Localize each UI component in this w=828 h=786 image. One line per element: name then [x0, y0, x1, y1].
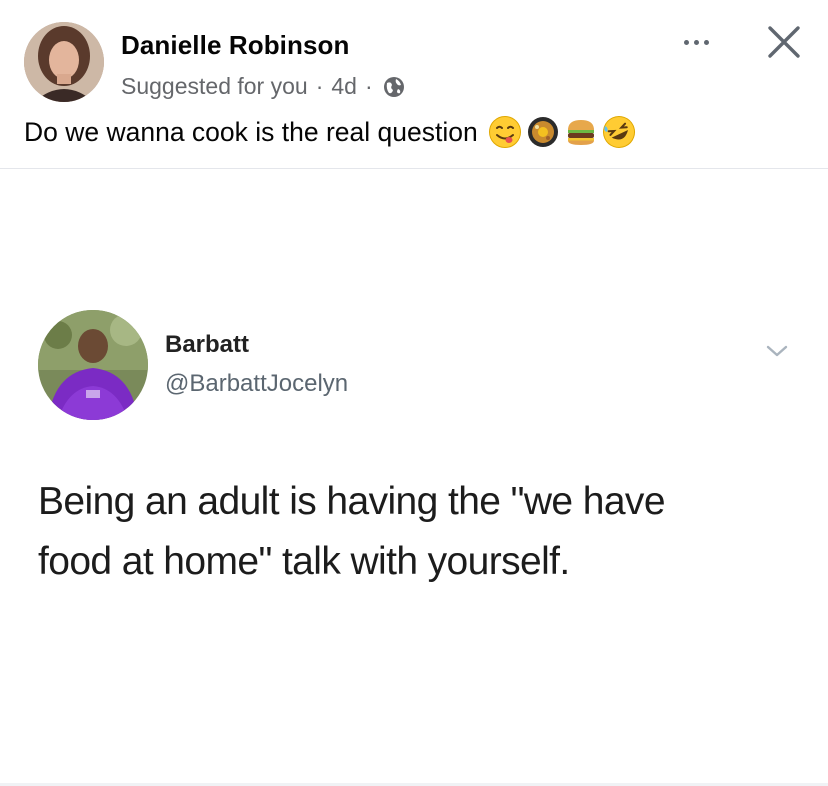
close-button[interactable] — [764, 22, 804, 62]
rofl-emoji — [602, 116, 635, 148]
author-avatar[interactable] — [24, 22, 104, 102]
caption-emojis — [488, 115, 636, 149]
cooking-pan-emoji — [527, 117, 558, 147]
tweet-author-name: Barbatt — [165, 331, 250, 358]
post-header: Danielle Robinson Suggested for you · 4d… — [0, 0, 828, 110]
chevron-down-icon — [764, 341, 790, 361]
post-time[interactable]: 4d — [331, 73, 357, 100]
post-caption: Do we wanna cook is the real question — [24, 112, 636, 152]
tweet-text-line: food at home" talk with yourself. — [38, 540, 570, 583]
post-meta: Suggested for you · 4d · — [121, 73, 405, 100]
meta-separator: · — [364, 73, 373, 99]
more-options-button[interactable] — [672, 30, 720, 54]
tweet-text-line: Being an adult is having the "we have — [38, 480, 666, 523]
hamburger-emoji — [567, 120, 594, 145]
close-icon — [768, 26, 800, 58]
caption-text: Do we wanna cook is the real question — [24, 116, 478, 147]
tweet-text: Being an adult is having the "we have fo… — [38, 472, 778, 592]
author-name[interactable]: Danielle Robinson — [121, 30, 350, 61]
globe-icon — [383, 76, 405, 98]
more-dots-icon — [683, 39, 689, 45]
tweet-image[interactable]: Barbatt @BarbattJocelyn Being an adult i… — [0, 169, 828, 786]
meta-separator: · — [315, 73, 324, 99]
more-dots-icon — [693, 39, 699, 45]
tweet-author-handle: @BarbattJocelyn — [165, 370, 349, 397]
yum-face-emoji — [488, 116, 521, 148]
tweet-author-avatar — [38, 310, 148, 420]
more-dots-icon — [703, 39, 709, 45]
suggested-label: Suggested for you — [121, 73, 308, 99]
